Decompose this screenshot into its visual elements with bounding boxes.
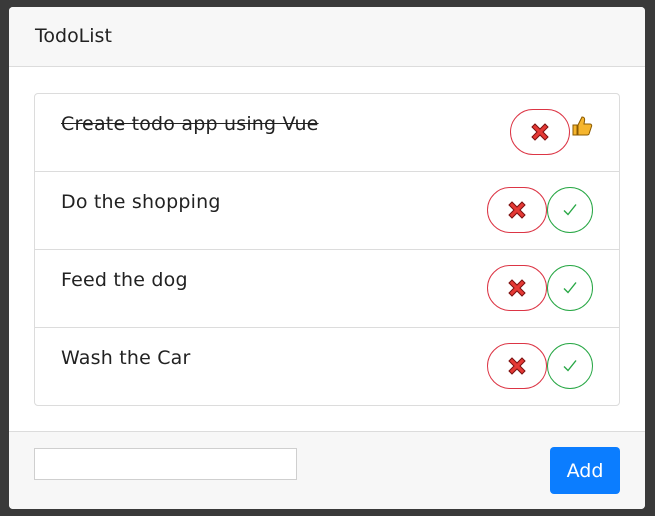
complete-button[interactable] (547, 343, 593, 389)
check-mark-icon (563, 204, 577, 216)
page-title: TodoList (35, 25, 112, 47)
complete-button[interactable] (547, 187, 593, 233)
thumbs-up-icon (572, 116, 593, 136)
todo-text: Wash the Car (61, 347, 191, 369)
delete-button[interactable] (510, 109, 570, 155)
add-button[interactable]: Add (550, 447, 620, 494)
todo-list: Create todo app using Vue Do the shoppin… (34, 93, 620, 406)
check-mark-icon (563, 360, 577, 372)
list-item: Wash the Car (35, 328, 619, 406)
delete-button[interactable] (487, 187, 547, 233)
new-todo-input[interactable] (34, 448, 297, 480)
todo-text: Feed the dog (61, 269, 188, 291)
list-item: Feed the dog (35, 250, 619, 328)
todo-text: Do the shopping (61, 191, 221, 213)
card-footer: Add (9, 431, 645, 509)
cross-mark-icon (508, 201, 526, 219)
cross-mark-icon (531, 123, 549, 141)
todo-card: TodoList Create todo app using Vue Do th… (9, 7, 645, 509)
delete-button[interactable] (487, 343, 547, 389)
delete-button[interactable] (487, 265, 547, 311)
list-item: Create todo app using Vue (35, 94, 619, 172)
complete-button[interactable] (547, 265, 593, 311)
cross-mark-icon (508, 279, 526, 297)
card-header: TodoList (9, 7, 645, 67)
todo-text: Create todo app using Vue (61, 113, 319, 135)
list-item: Do the shopping (35, 172, 619, 250)
check-mark-icon (563, 282, 577, 294)
cross-mark-icon (508, 357, 526, 375)
